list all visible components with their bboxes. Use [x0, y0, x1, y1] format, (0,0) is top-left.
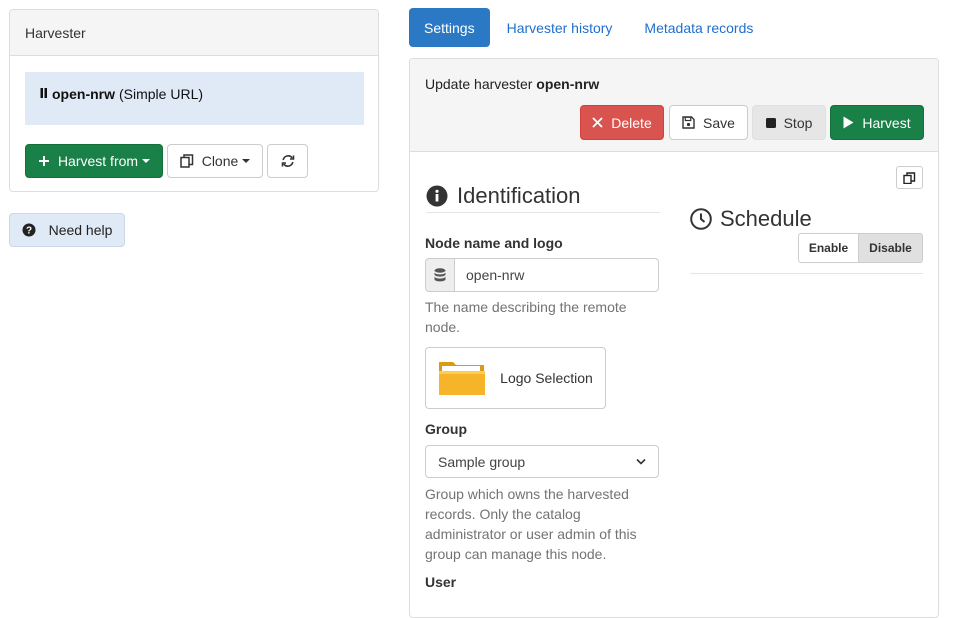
update-harvester-name: open-nrw	[536, 76, 600, 92]
harvest-from-button[interactable]: Harvest from	[25, 144, 163, 178]
settings-panel-heading: Update harvester open-nrw Delete Save St…	[410, 59, 938, 152]
pause-icon	[40, 88, 48, 99]
folder-icon	[438, 359, 486, 397]
clock-icon	[690, 208, 712, 230]
database-icon	[434, 268, 446, 282]
stop-label: Stop	[783, 114, 813, 131]
delete-button[interactable]: Delete	[580, 105, 664, 140]
stop-icon	[765, 117, 776, 128]
group-select-value: Sample group	[438, 453, 526, 470]
question-circle-icon: ?	[22, 223, 36, 237]
harvester-type: (Simple URL)	[119, 86, 204, 102]
page-title: Update harvester open-nrw	[425, 76, 599, 92]
harvest-label: Harvest	[862, 114, 911, 131]
need-help-button[interactable]: ? Need help	[9, 213, 125, 247]
logo-selection-button[interactable]: Logo Selection	[425, 347, 606, 409]
group-select[interactable]: Sample group	[425, 445, 659, 478]
svg-text:?: ?	[26, 226, 32, 237]
refresh-button[interactable]	[267, 144, 308, 178]
copy-icon	[179, 154, 194, 168]
logo-selection-label: Logo Selection	[500, 370, 593, 386]
schedule-title: Schedule	[720, 206, 812, 231]
group-label: Group	[425, 421, 467, 437]
tab-bar: Settings Harvester history Metadata reco…	[409, 8, 768, 47]
schedule-enable-button[interactable]: Enable	[798, 233, 859, 263]
schedule-divider	[690, 273, 923, 274]
copy-icon	[903, 171, 916, 184]
save-button[interactable]: Save	[669, 105, 748, 140]
tab-metadata-records[interactable]: Metadata records	[629, 8, 768, 47]
close-icon	[592, 117, 603, 128]
save-label: Save	[703, 114, 735, 131]
plus-icon	[38, 155, 50, 167]
stop-button[interactable]: Stop	[752, 105, 826, 140]
identification-heading: Identification	[426, 183, 660, 213]
node-name-input[interactable]	[455, 258, 659, 292]
harvester-panel-title: Harvester	[10, 10, 378, 56]
need-help-label: Need help	[48, 222, 113, 238]
user-label: User	[425, 574, 457, 590]
floppy-disk-icon	[682, 116, 695, 129]
harvester-panel: Harvester open-nrw (Simple URL) Harvest …	[9, 9, 379, 192]
settings-panel: Update harvester open-nrw Delete Save St…	[409, 58, 939, 618]
clone-button[interactable]: Clone	[167, 144, 263, 178]
copy-settings-button[interactable]	[896, 166, 923, 189]
refresh-icon	[281, 154, 295, 168]
schedule-toggle: Enable Disable	[798, 233, 923, 263]
harvest-from-label: Harvest from	[57, 153, 139, 169]
node-name-label: Node name and logo	[425, 235, 563, 251]
delete-label: Delete	[611, 114, 652, 131]
node-name-input-group	[425, 258, 659, 292]
harvester-name: open-nrw	[52, 86, 115, 102]
chevron-down-icon	[142, 159, 151, 163]
identification-title: Identification	[457, 183, 581, 208]
play-icon	[843, 116, 854, 129]
schedule-disable-button[interactable]: Disable	[859, 233, 923, 263]
clone-label: Clone	[201, 153, 239, 169]
chevron-down-icon	[636, 458, 646, 465]
group-help: Group which owns the harvested records. …	[425, 486, 637, 562]
node-addon	[425, 258, 455, 292]
schedule-heading: Schedule	[690, 206, 812, 232]
node-name-help: The name describing the remote node.	[425, 299, 627, 335]
chevron-down-icon	[242, 159, 251, 163]
harvester-list-item[interactable]: open-nrw (Simple URL)	[25, 72, 364, 125]
tab-harvester-history[interactable]: Harvester history	[492, 8, 628, 47]
update-prefix: Update harvester	[425, 76, 533, 92]
tab-settings[interactable]: Settings	[409, 8, 490, 47]
harvest-button[interactable]: Harvest	[830, 105, 924, 140]
info-circle-icon	[426, 185, 448, 207]
